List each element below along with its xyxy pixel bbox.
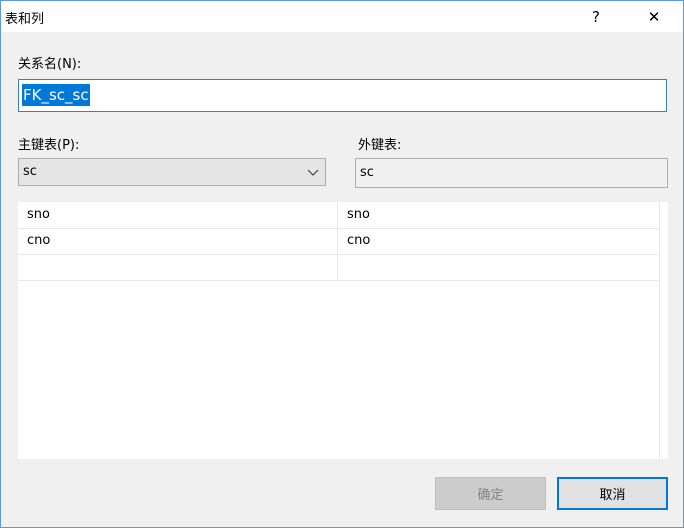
primary-table-selected: sc: [23, 164, 37, 179]
primary-column-cell[interactable]: [18, 254, 338, 280]
relation-name-input[interactable]: FK_sc_sc: [18, 79, 667, 112]
ok-button[interactable]: 确定: [435, 477, 546, 510]
question-mark-icon: ?: [592, 7, 600, 26]
primary-column-cell[interactable]: cno: [18, 228, 338, 254]
foreign-table-value: sc: [360, 165, 374, 180]
foreign-column-cell[interactable]: cno: [338, 228, 659, 254]
foreign-column-cell[interactable]: sno: [338, 202, 659, 228]
foreign-column-cell[interactable]: [338, 254, 659, 280]
foreign-table-label: 外键表:: [358, 138, 402, 153]
title-bar[interactable]: 表和列 ? ✕: [1, 1, 683, 32]
primary-table-label: 主键表(P):: [18, 138, 80, 153]
table-row[interactable]: [18, 254, 659, 281]
column-mapping-grid: sno sno cno cno: [18, 202, 668, 459]
grid-edge: [659, 202, 668, 459]
dialog-window: 表和列 ? ✕ 关系名(N): FK_sc_sc 主键表(P): sc 外键表:…: [0, 0, 684, 528]
dialog-title: 表和列: [5, 12, 45, 27]
relation-name-value: FK_sc_sc: [22, 84, 90, 106]
close-button[interactable]: ✕: [631, 1, 677, 32]
primary-column-cell[interactable]: sno: [18, 202, 338, 228]
close-icon: ✕: [647, 7, 661, 26]
cancel-button[interactable]: 取消: [557, 477, 668, 510]
foreign-table-field: sc: [355, 158, 668, 188]
chevron-down-icon: [307, 169, 319, 176]
table-row[interactable]: cno cno: [18, 228, 659, 255]
relation-name-label: 关系名(N):: [18, 57, 82, 72]
help-button[interactable]: ?: [573, 1, 619, 32]
table-row[interactable]: sno sno: [18, 202, 659, 229]
primary-table-dropdown[interactable]: sc: [18, 158, 326, 186]
